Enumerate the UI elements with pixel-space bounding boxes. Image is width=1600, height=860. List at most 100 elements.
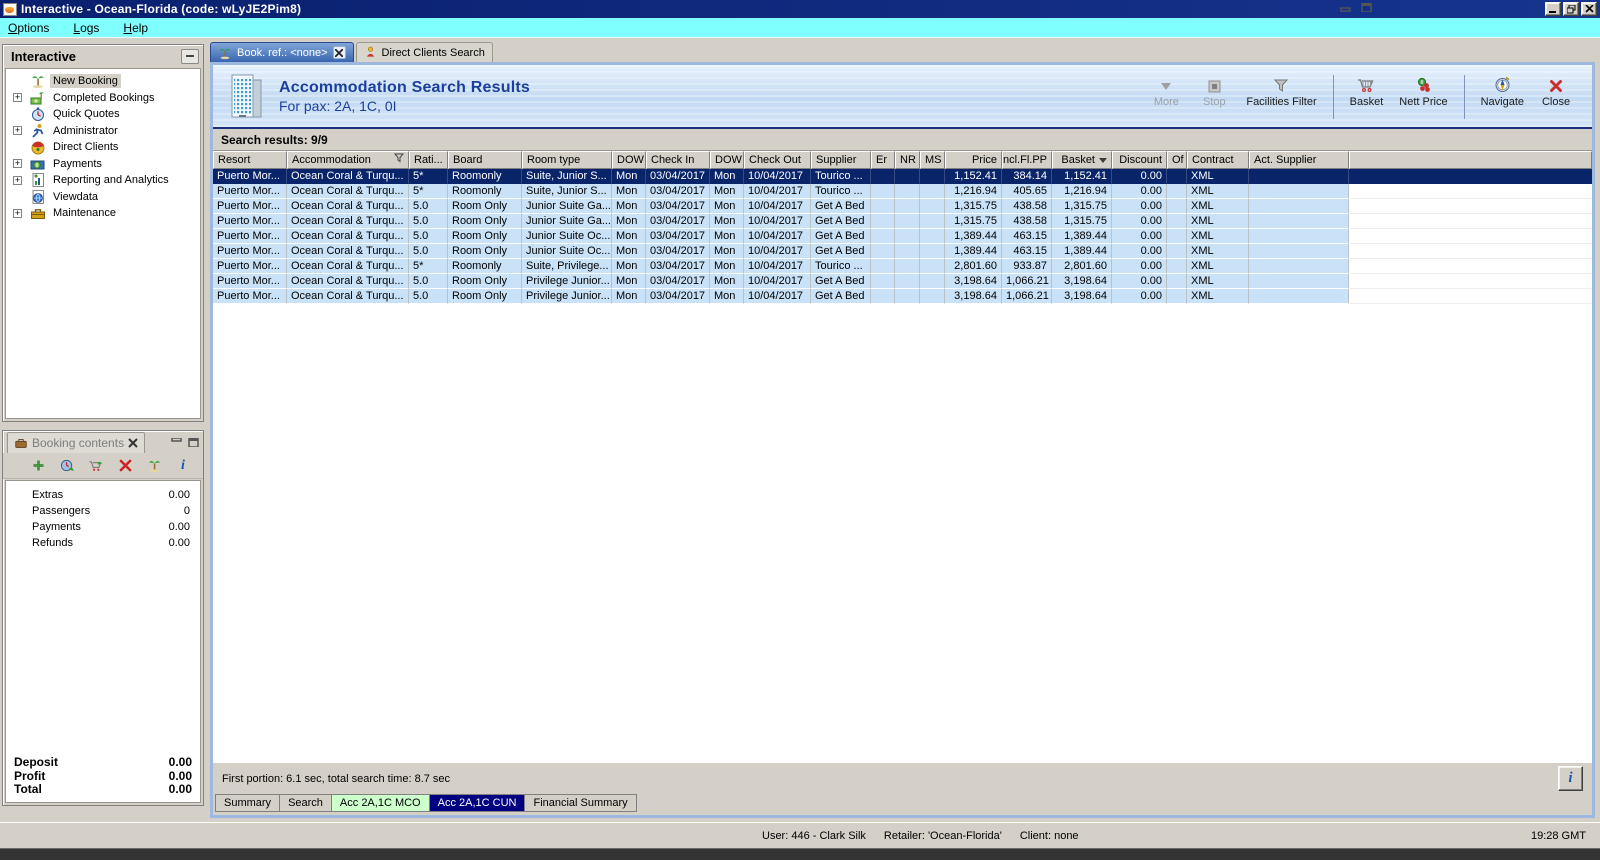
column-header-contract[interactable]: Contract bbox=[1187, 151, 1249, 169]
sidebar-item-quick-quotes[interactable]: Quick Quotes bbox=[6, 106, 200, 123]
result-cell: Junior Suite Ga... bbox=[522, 214, 612, 229]
column-header-room-type[interactable]: Room type bbox=[522, 151, 612, 169]
menu-logs[interactable]: Logs bbox=[73, 21, 99, 35]
sidebar-item-reporting-and-analytics[interactable]: + Reporting and Analytics bbox=[6, 172, 200, 189]
add-icon[interactable] bbox=[30, 458, 46, 474]
column-header-incl-fl-pp[interactable]: Incl.Fl.PP bbox=[1002, 151, 1052, 169]
status-time: 19:28 GMT bbox=[1530, 829, 1586, 842]
column-header-supplier[interactable]: Supplier bbox=[811, 151, 871, 169]
menu-bar: Options Logs Help bbox=[0, 18, 1600, 38]
result-row[interactable]: Puerto Mor... Ocean Coral & Turqu... 5.0 Ro… bbox=[213, 214, 1592, 229]
result-cell: Get A Bed bbox=[811, 214, 871, 229]
expand-icon[interactable]: + bbox=[13, 93, 22, 103]
column-header-board[interactable]: Board bbox=[448, 151, 522, 169]
navigate-button[interactable]: Navigate bbox=[1477, 73, 1528, 110]
column-header-price[interactable]: Price bbox=[945, 151, 1002, 169]
bottom-tab-summary[interactable]: Summary bbox=[215, 794, 281, 812]
close-tab-icon[interactable] bbox=[332, 46, 346, 59]
sidebar-item-completed-bookings[interactable]: + Completed Bookings bbox=[6, 90, 200, 107]
result-cell: 0.00 bbox=[1112, 259, 1167, 274]
result-cell: 03/04/2017 bbox=[646, 169, 710, 184]
bottom-tab-financial-summary[interactable]: Financial Summary bbox=[524, 794, 637, 812]
facilities-filter-button[interactable]: Facilities Filter bbox=[1242, 73, 1320, 110]
column-header-dow[interactable]: DOW bbox=[612, 151, 646, 169]
expand-icon[interactable]: + bbox=[13, 159, 22, 169]
sidebar-item-viewdata[interactable]: Viewdata bbox=[6, 189, 200, 206]
column-header-basket[interactable]: Basket bbox=[1052, 151, 1112, 169]
sidebar-item-maintenance[interactable]: + Maintenance bbox=[6, 205, 200, 222]
result-row[interactable]: Puerto Mor... Ocean Coral & Turqu... 5* Roo… bbox=[213, 169, 1592, 184]
column-header-of[interactable]: Of bbox=[1167, 151, 1187, 169]
result-cell: Mon bbox=[612, 214, 646, 229]
result-row[interactable]: Puerto Mor... Ocean Coral & Turqu... 5.0 Ro… bbox=[213, 229, 1592, 244]
result-row[interactable]: Puerto Mor... Ocean Coral & Turqu... 5.0 Ro… bbox=[213, 199, 1592, 214]
column-header-discount[interactable]: Discount bbox=[1112, 151, 1167, 169]
column-header-ms[interactable]: MS bbox=[920, 151, 945, 169]
restore-button[interactable] bbox=[1563, 2, 1579, 16]
maximize-view-icon[interactable] bbox=[1361, 3, 1372, 12]
result-cell: 2,801.60 bbox=[1052, 259, 1112, 274]
sidebar-item-payments[interactable]: + Payments bbox=[6, 156, 200, 173]
result-cell bbox=[1249, 199, 1349, 214]
result-cell: Ocean Coral & Turqu... bbox=[287, 169, 409, 184]
column-header-nr[interactable]: NR bbox=[895, 151, 920, 169]
sidebar-item-new-booking[interactable]: New Booking bbox=[6, 73, 200, 90]
minimize-button[interactable] bbox=[1545, 2, 1561, 16]
menu-options[interactable]: Options bbox=[8, 21, 49, 35]
result-row[interactable]: Puerto Mor... Ocean Coral & Turqu... 5* Roo… bbox=[213, 259, 1592, 274]
result-cell: Room Only bbox=[448, 229, 522, 244]
close-tab-icon[interactable] bbox=[128, 437, 138, 448]
quote-clock-icon[interactable] bbox=[59, 458, 75, 474]
column-header-accommodation[interactable]: Accommodation bbox=[287, 151, 409, 169]
collapse-panel-button[interactable] bbox=[181, 48, 199, 64]
result-row[interactable]: Puerto Mor... Ocean Coral & Turqu... 5.0 Ro… bbox=[213, 274, 1592, 289]
menu-help[interactable]: Help bbox=[123, 21, 148, 35]
result-cell bbox=[1249, 289, 1349, 304]
info-icon[interactable]: i bbox=[175, 458, 191, 474]
expand-icon[interactable]: + bbox=[13, 126, 22, 136]
column-header-act-supplier[interactable]: Act. Supplier bbox=[1249, 151, 1349, 169]
close-button[interactable] bbox=[1581, 2, 1597, 16]
nett-price-button[interactable]: Nett Price bbox=[1395, 73, 1451, 110]
basket-button[interactable]: Basket bbox=[1346, 73, 1388, 110]
basket-go-icon[interactable] bbox=[88, 458, 104, 474]
bottom-tab-acc-2a-1c-mco[interactable]: Acc 2A,1C MCO bbox=[330, 794, 430, 812]
close-view-button[interactable]: Close bbox=[1536, 73, 1576, 110]
column-header-er[interactable]: Er bbox=[871, 151, 895, 169]
filter-funnel-icon[interactable] bbox=[393, 152, 405, 168]
column-header-check-out[interactable]: Check Out bbox=[744, 151, 811, 169]
result-row[interactable]: Puerto Mor... Ocean Coral & Turqu... 5* Roo… bbox=[213, 184, 1592, 199]
result-cell: 3,198.64 bbox=[1052, 274, 1112, 289]
compass-icon bbox=[1494, 75, 1511, 93]
column-header-check-in[interactable]: Check In bbox=[646, 151, 710, 169]
tab-direct-clients-search[interactable]: Direct Clients Search bbox=[355, 42, 493, 62]
tab-booking-ref[interactable]: Book. ref.: <none> bbox=[210, 42, 354, 62]
result-cell: Ocean Coral & Turqu... bbox=[287, 289, 409, 304]
booking-contents-tab[interactable]: Booking contents bbox=[7, 431, 146, 453]
minimize-view-icon[interactable] bbox=[1340, 3, 1351, 12]
minimize-view-icon[interactable] bbox=[171, 437, 182, 447]
palm-tree-icon[interactable] bbox=[146, 458, 162, 474]
bottom-tab-acc-2a-1c-cun[interactable]: Acc 2A,1C CUN bbox=[428, 794, 526, 812]
money-palm-icon bbox=[30, 90, 46, 106]
view-toolbar: More Stop Facilities Filter Basket Nett … bbox=[1146, 73, 1592, 119]
expand-icon[interactable]: + bbox=[13, 175, 22, 185]
bottom-tab-search[interactable]: Search bbox=[279, 794, 332, 812]
delete-icon[interactable] bbox=[117, 458, 133, 474]
result-cell bbox=[920, 274, 945, 289]
result-row[interactable]: Puerto Mor... Ocean Coral & Turqu... 5.0 Ro… bbox=[213, 244, 1592, 259]
expand-icon[interactable]: + bbox=[13, 208, 22, 218]
column-header-rati[interactable]: Rati... bbox=[409, 151, 448, 169]
result-row[interactable]: Puerto Mor... Ocean Coral & Turqu... 5.0 Ro… bbox=[213, 289, 1592, 304]
sidebar-item-direct-clients[interactable]: Direct Clients bbox=[6, 139, 200, 156]
result-cell bbox=[895, 289, 920, 304]
result-cell: 1,315.75 bbox=[1052, 214, 1112, 229]
info-button[interactable]: i bbox=[1558, 766, 1583, 791]
sidebar-item-administrator[interactable]: + Administrator bbox=[6, 123, 200, 140]
column-header-resort[interactable]: Resort bbox=[213, 151, 287, 169]
result-cell: Suite, Privilege... bbox=[522, 259, 612, 274]
maximize-view-icon[interactable] bbox=[188, 437, 199, 447]
result-cell: XML bbox=[1187, 229, 1249, 244]
editor-tab-strip: Book. ref.: <none> Direct Clients Search bbox=[210, 42, 493, 62]
column-header-dow[interactable]: DOW bbox=[710, 151, 744, 169]
